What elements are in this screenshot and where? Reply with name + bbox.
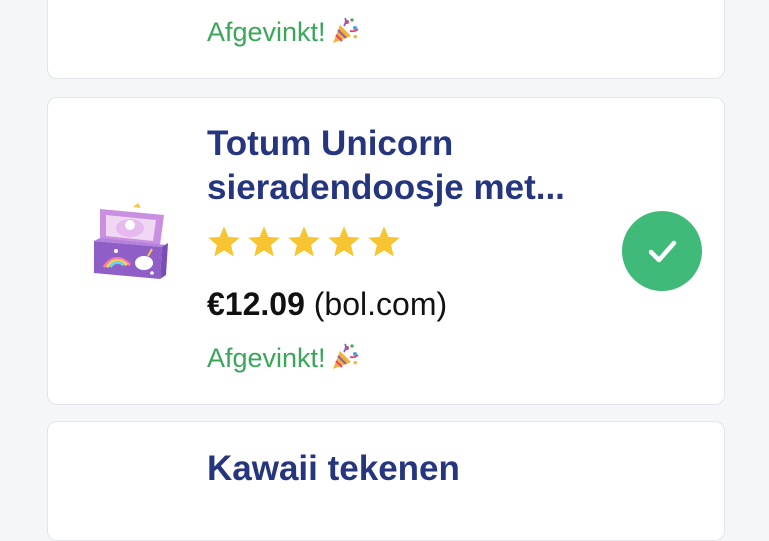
checkmark-icon (648, 240, 677, 263)
price-line: €12.09 (bol.com) (207, 286, 447, 323)
product-title[interactable]: Kawaii tekenen (207, 447, 627, 491)
party-popper-icon (330, 343, 360, 371)
unicorn-jewelry-box-image (86, 201, 176, 291)
star-icon (368, 226, 400, 257)
star-icon (328, 226, 360, 257)
product-title[interactable]: Totum Unicorn sieradendoosje met... (207, 122, 627, 210)
checked-status-label: Afgevinkt! (207, 343, 326, 373)
star-icon (248, 226, 280, 257)
product-price: €12.09 (207, 286, 305, 322)
product-card[interactable]: Totum Unicorn sieradendoosje met... €12.… (47, 97, 725, 405)
checked-status-label: Afgevinkt! (207, 17, 326, 47)
star-icon (208, 226, 240, 257)
product-card[interactable]: Afgevinkt! (47, 0, 725, 79)
product-card[interactable]: Kawaii tekenen (47, 421, 725, 541)
star-icon (288, 226, 320, 257)
checked-toggle-button[interactable] (622, 211, 702, 291)
rating-stars (206, 224, 402, 260)
checked-status: Afgevinkt! (207, 343, 360, 374)
store-name: (bol.com) (313, 286, 448, 322)
checked-status: Afgevinkt! (207, 17, 360, 48)
party-popper-icon (330, 17, 360, 45)
